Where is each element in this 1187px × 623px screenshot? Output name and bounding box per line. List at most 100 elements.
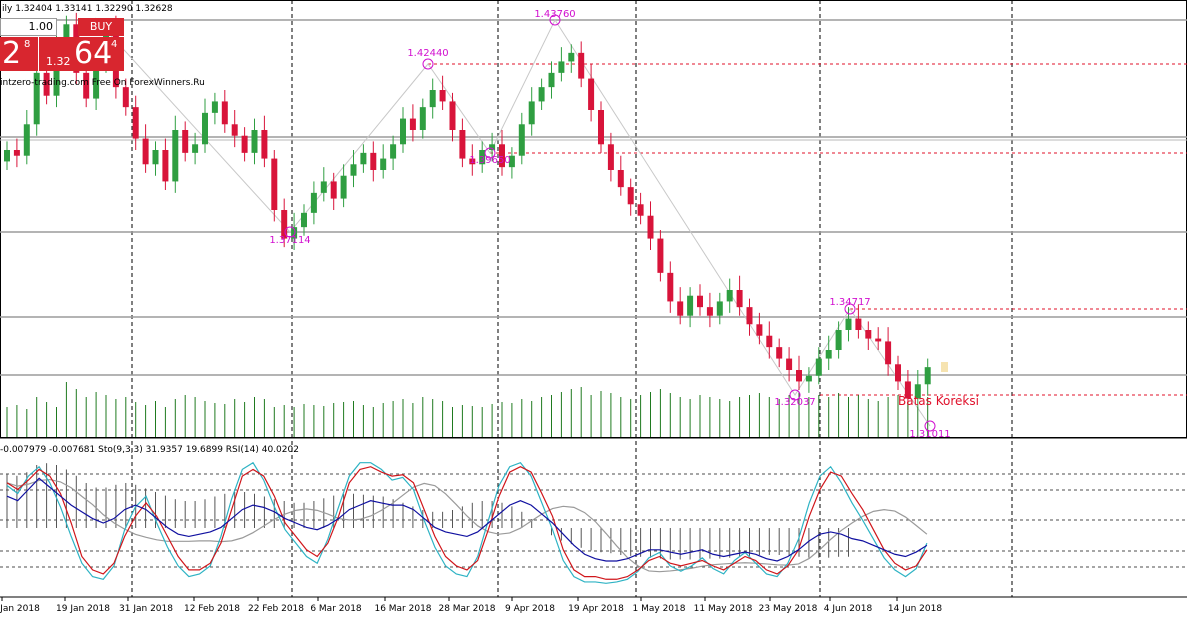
x-axis-date-label: 16 Mar 2018 — [374, 604, 431, 614]
candle-body — [271, 158, 278, 210]
candle-body — [855, 318, 862, 330]
price-level-label: 1.39650 — [469, 155, 510, 166]
x-axis-date-label: 19 Jan 2018 — [56, 604, 110, 614]
x-axis-date-label: 22 Feb 2018 — [248, 604, 304, 614]
candle-body — [895, 364, 901, 382]
candle-body — [162, 150, 169, 182]
x-axis-date-label: 12 Feb 2018 — [184, 604, 240, 614]
candle-body — [409, 118, 416, 130]
candle-body — [607, 144, 614, 170]
candle-body — [548, 72, 555, 88]
price-level-label: 1.31011 — [909, 429, 950, 440]
candle-body — [142, 138, 149, 165]
candle-body — [400, 118, 406, 145]
candle-body — [667, 272, 674, 302]
chart-header-ohlc: ily 1.32404 1.33141 1.32290 1.32628 — [2, 4, 173, 14]
candle-body — [875, 338, 882, 342]
candle-body — [13, 150, 20, 156]
sell-price-big: 2 — [2, 36, 22, 71]
candle-body — [122, 87, 129, 108]
x-axis-date-label: 9 Apr 2018 — [505, 604, 555, 614]
price-level-label: 1.32037 — [774, 397, 815, 408]
candle-body — [706, 307, 713, 316]
candle-body — [261, 130, 268, 159]
candle-body — [677, 301, 684, 316]
candle-body — [182, 130, 189, 153]
candle-body — [716, 301, 723, 316]
candle-body — [736, 290, 743, 308]
candle-body — [746, 307, 753, 325]
candle-body — [687, 295, 694, 316]
x-axis-date-label: 6 Mar 2018 — [310, 604, 362, 614]
candle-body — [815, 358, 822, 376]
stochastic-main-line — [6, 466, 928, 580]
candle-body — [558, 61, 565, 73]
one-click-trading-panel: 1.00 BUY 2 8 1.32 64 4 — [0, 18, 124, 76]
buy-price-sup: 4 — [111, 39, 118, 50]
candle-body — [4, 150, 10, 162]
candle-body — [152, 150, 159, 165]
candle-body — [756, 324, 763, 336]
signal-sma-line — [6, 478, 928, 573]
x-axis-date-label: 28 Mar 2018 — [438, 604, 495, 614]
buy-price-prefix: 1.32 — [46, 55, 71, 68]
lot-size-input[interactable]: 1.00 — [0, 18, 57, 36]
candle-body — [221, 101, 228, 125]
candle-body — [865, 330, 872, 339]
candle-body — [459, 130, 466, 159]
candle-body — [796, 370, 802, 382]
candle-body — [370, 152, 377, 170]
candle-body — [301, 212, 307, 228]
candle-body — [697, 295, 703, 308]
candle-body — [805, 375, 812, 382]
candle-body — [538, 87, 545, 102]
candle-body — [330, 181, 337, 199]
candle-body — [617, 170, 624, 188]
x-axis-date-label: 14 Jun 2018 — [888, 604, 942, 614]
candle-body — [726, 290, 733, 302]
candle-body — [449, 101, 456, 130]
indicator-values-header: -0.007979 -0.007681 Sto(9,3,3) 31.9357 1… — [0, 445, 299, 455]
candle-body — [657, 238, 664, 273]
sell-price-sup: 8 — [24, 39, 31, 50]
price-level-label: 1.42440 — [407, 48, 448, 59]
current-bar-highlight — [941, 362, 948, 372]
candle-body — [885, 341, 892, 365]
candle-body — [241, 135, 248, 153]
candle-body — [251, 130, 258, 153]
candle-body — [528, 101, 535, 125]
candle-body — [192, 144, 199, 153]
candle-body — [360, 152, 367, 165]
candle-body — [390, 144, 397, 159]
price-chart[interactable]: 1.43760 1.42440 1.39650 1.37114 1.34717 1.320… — [0, 0, 1187, 623]
candle-body — [350, 164, 357, 176]
x-axis-date-label: 4 Jun 2018 — [824, 604, 873, 614]
x-axis-date-label: 31 Jan 2018 — [119, 604, 173, 614]
candle-body — [439, 90, 446, 102]
candle-body — [340, 175, 347, 199]
x-axis-date-label: 23 May 2018 — [759, 604, 818, 614]
candle-body — [776, 347, 783, 359]
candle-body — [132, 107, 139, 139]
correction-limit-annotation: Batas Koreksi — [898, 394, 979, 408]
candle-body — [489, 144, 496, 150]
sell-price-display[interactable]: 2 8 — [0, 37, 38, 71]
chart-window[interactable]: 1.43760 1.42440 1.39650 1.37114 1.34717 1.320… — [0, 0, 1187, 623]
buy-price-display[interactable]: 1.32 64 4 — [39, 37, 124, 71]
candle-body — [518, 124, 525, 156]
candle-body — [380, 158, 387, 170]
price-level-label: 1.37114 — [269, 235, 310, 246]
candle-body — [578, 52, 585, 79]
candle-body — [845, 318, 852, 330]
buy-button[interactable]: BUY — [78, 18, 124, 36]
candle-body — [766, 335, 773, 348]
candle-body — [310, 192, 317, 213]
candle-body — [598, 110, 604, 145]
buy-price-big: 64 — [74, 36, 113, 71]
candle-body — [627, 187, 634, 205]
x-axis-date-label: 11 May 2018 — [694, 604, 753, 614]
x-axis-date-label: 19 Apr 2018 — [568, 604, 624, 614]
candle-body — [419, 107, 426, 130]
candle-body — [647, 215, 654, 239]
candle-body — [825, 350, 832, 359]
